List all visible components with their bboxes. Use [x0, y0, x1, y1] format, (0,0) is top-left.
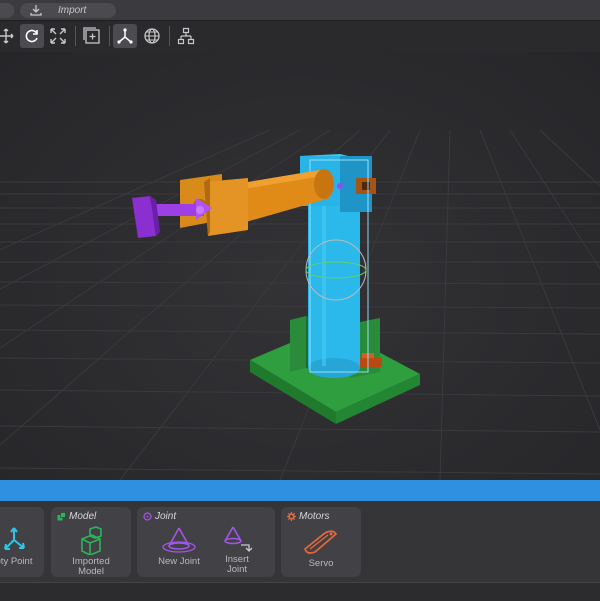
base-support-left [290, 316, 306, 372]
gear-icon [287, 512, 296, 521]
motors-group-header: Motors [287, 511, 330, 522]
3d-viewport[interactable] [0, 52, 600, 480]
joint-group-header: Joint [143, 511, 176, 522]
imported-model-tool[interactable]: Imported Model [61, 525, 121, 577]
hierarchy-button[interactable] [174, 24, 198, 48]
joint-group: Joint New Joint Insert Joint [137, 507, 275, 577]
gripper-shaft [150, 204, 204, 216]
insert-joint-label: Insert Joint [225, 554, 249, 575]
file-tab-chip[interactable] [0, 3, 14, 18]
scene-canvas[interactable] [0, 52, 600, 480]
empty-point-tool[interactable]: pty Point [0, 525, 44, 567]
servo-label: Servo [308, 558, 334, 569]
add-frame-icon [83, 27, 100, 44]
add-frame-button[interactable] [80, 24, 104, 48]
model-icon [57, 512, 66, 521]
toolbar-separator [109, 26, 110, 46]
empty-point-label: pty Point [0, 556, 33, 567]
timeline-bar[interactable] [0, 480, 600, 501]
empty-point-icon [4, 527, 25, 550]
imported-model-icon [81, 526, 102, 555]
servo-tool[interactable]: Servo [291, 527, 351, 569]
toolbar-separator [75, 26, 76, 46]
download-icon [30, 5, 42, 16]
insert-joint-tool[interactable]: Insert Joint [207, 523, 267, 575]
scale-icon [50, 28, 66, 44]
imported-model-label: Imported Model [72, 556, 110, 577]
globe-icon [144, 28, 160, 44]
new-joint-label: New Joint [158, 556, 200, 567]
new-joint-tool[interactable]: New Joint [149, 525, 209, 567]
hierarchy-icon [177, 27, 195, 45]
scale-tool-button[interactable] [46, 24, 70, 48]
model-group-header: Model [57, 511, 96, 522]
axes-icon [117, 28, 133, 44]
model-group: Model Imported Model [51, 507, 131, 577]
joint-icon [143, 512, 152, 521]
rotate-icon [25, 29, 38, 43]
point-group: pty Point [0, 507, 44, 577]
new-joint-icon [162, 527, 196, 553]
motors-group: Motors Servo [281, 507, 361, 577]
top-bar: Import [0, 0, 600, 21]
toolbar-separator [169, 26, 170, 46]
rotate-tool-button[interactable] [20, 24, 44, 48]
view-toolbar [0, 22, 600, 52]
world-space-button[interactable] [140, 24, 164, 48]
import-label: Import [58, 5, 87, 16]
move-icon [0, 28, 14, 44]
local-axes-button[interactable] [113, 24, 137, 48]
status-strip [0, 582, 600, 601]
servo-icon [304, 530, 338, 554]
insert-joint-icon [224, 526, 253, 552]
move-tool-button[interactable] [0, 24, 18, 48]
import-button[interactable]: Import [20, 3, 116, 18]
